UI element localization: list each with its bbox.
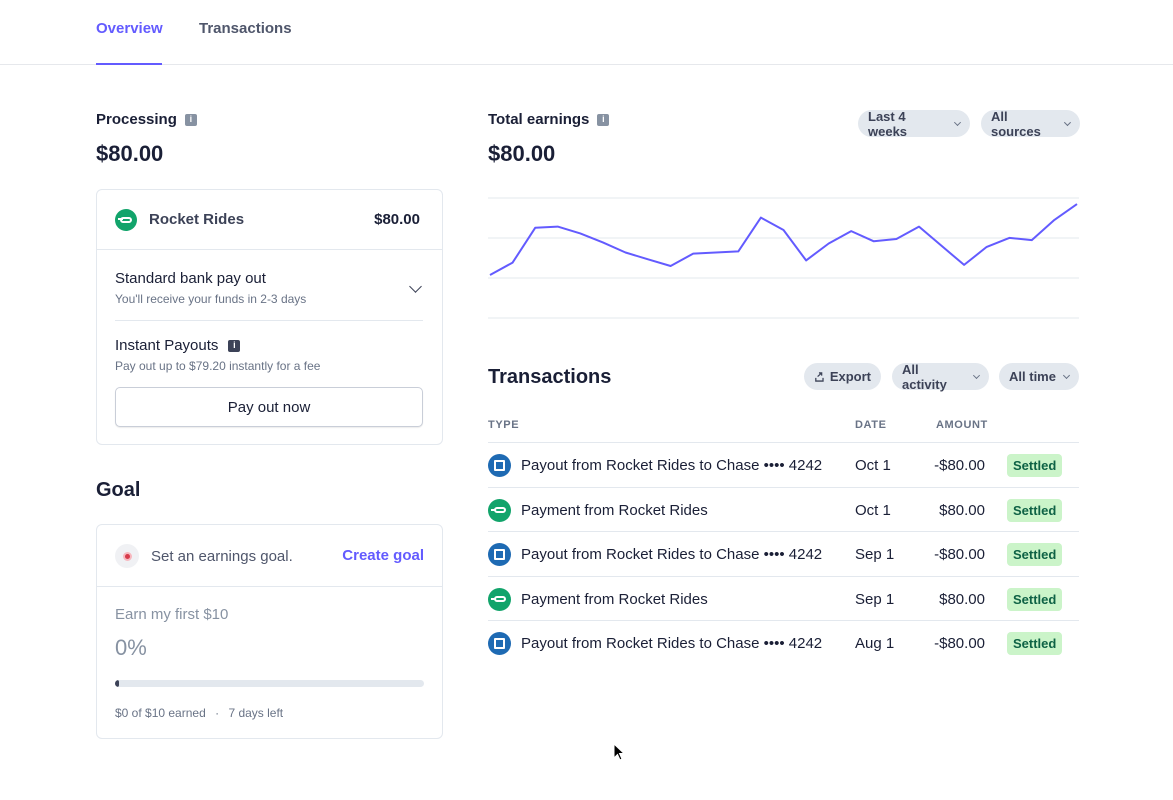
goal-progress-bar [115,680,424,687]
export-button[interactable]: Export [804,363,881,390]
chevron-down-icon [973,371,981,379]
transaction-amount: $80.00 [939,501,985,519]
total-earnings-label: Total earnings [488,111,590,128]
merchant-amount: $80.00 [374,211,420,228]
goal-percent: 0% [115,635,147,660]
tab-bar: Overview Transactions [0,0,1173,65]
merchant-name: Rocket Rides [149,211,245,228]
period-filter-label: Last 4 weeks [868,108,908,139]
info-icon[interactable]: i [184,113,197,126]
chase-bank-icon [488,543,511,566]
table-row[interactable]: Payout from Rocket Rides to Chase •••• 4… [488,442,1079,487]
goal-prompt-text: Set an earnings goal. [151,548,293,565]
earnings-line-chart [488,197,1079,319]
transaction-description: Payout from Rocket Rides to Chase •••• 4… [521,457,823,474]
info-icon[interactable]: i [228,339,241,352]
mouse-cursor-icon [613,743,625,761]
info-icon[interactable]: i [597,113,610,126]
chevron-down-icon [1064,118,1072,126]
goal-separator: · [215,706,220,720]
transactions-heading: Transactions [488,366,612,388]
chase-bank-icon [488,632,511,655]
rocket-rides-logo-icon [115,209,137,231]
transaction-description: Payment from Rocket Rides [521,590,708,608]
export-label: Export [829,369,871,384]
chevron-down-icon [1062,371,1071,379]
chevron-down-icon [954,118,962,126]
transactions-table: Payout from Rocket Rides to Chase •••• 4… [488,442,1079,665]
processing-heading: Processing i [96,111,197,128]
processing-label: Processing [96,111,177,128]
transaction-amount: -$80.00 [934,635,985,652]
goal-name: Earn my first $10 [115,606,229,623]
status-badge: Settled [1007,632,1063,655]
processing-card: Rocket Rides $80.00 Standard bank pay ou… [96,189,443,445]
table-row[interactable]: Payout from Rocket Rides to Chase •••• 4… [488,531,1079,576]
rocket-rides-icon [488,587,511,611]
earnings-series-line [489,203,1078,276]
instant-payout-option: Instant Payouts i Pay out up to $79.20 i… [115,337,423,373]
status-badge: Settled [1007,587,1063,611]
pay-out-now-button[interactable]: Pay out now [115,387,423,427]
status-badge: Settled [1007,498,1063,522]
target-icon [115,544,139,568]
transaction-description: Payout from Rocket Rides to Chase •••• 4… [521,546,823,563]
goal-footer: $0 of $10 earned · 7 days left [115,706,283,720]
create-goal-link[interactable]: Create goal [342,547,424,564]
activity-filter-dropdown[interactable]: All activity [892,361,989,392]
column-header-amount: AMOUNT [936,419,988,431]
standard-payout-title: Standard bank pay out [115,270,266,287]
chase-bank-icon [488,454,511,477]
tab-overview[interactable]: Overview [96,20,163,65]
transaction-amount: -$80.00 [934,546,985,563]
tab-transactions[interactable]: Transactions [199,20,292,65]
time-filter-dropdown[interactable]: All time [999,363,1079,390]
transaction-date: Sep 1 [855,546,895,563]
rocket-rides-icon [488,498,511,522]
transaction-date: Sep 1 [855,590,895,608]
status-badge: Settled [1007,543,1063,566]
merchant-row: Rocket Rides $80.00 [97,190,442,250]
total-earnings-heading: Total earnings i [488,111,610,128]
total-earnings-amount: $80.00 [488,141,556,166]
table-row[interactable]: Payment from Rocket Rides Oct 1 $80.00 S… [488,486,1079,532]
transaction-description: Payment from Rocket Rides [521,501,708,519]
source-filter-label: All sources [991,108,1041,139]
time-filter-label: All time [1009,369,1056,384]
status-badge: Settled [1007,454,1063,477]
source-filter-dropdown[interactable]: All sources [981,108,1080,139]
instant-payout-subtitle: Pay out up to $79.20 instantly for a fee [115,359,321,373]
goal-heading: Goal [96,479,141,501]
transaction-amount: $80.00 [939,590,985,608]
goal-earned-text: $0 of $10 earned [115,706,206,720]
goal-card: Set an earnings goal. Create goal Earn m… [96,524,443,739]
processing-amount: $80.00 [96,141,164,166]
goal-progress-fill [115,680,119,687]
transaction-description: Payout from Rocket Rides to Chase •••• 4… [521,635,823,652]
transaction-date: Oct 1 [855,457,891,474]
column-header-type: TYPE [488,419,520,431]
divider [115,320,423,321]
table-row[interactable]: Payment from Rocket Rides Sep 1 $80.00 S… [488,575,1079,621]
goal-days-left: 7 days left [228,706,284,720]
activity-filter-label: All activity [902,361,947,392]
standard-payout-option[interactable]: Standard bank pay out You'll receive you… [115,270,423,306]
goal-prompt-row: Set an earnings goal. Create goal [97,525,442,587]
table-row[interactable]: Payout from Rocket Rides to Chase •••• 4… [488,620,1079,665]
export-icon [815,371,824,382]
column-header-date: DATE [855,419,887,431]
instant-payout-title: Instant Payouts [115,337,219,354]
transaction-date: Oct 1 [855,501,891,519]
instant-payout-title-row: Instant Payouts i [115,337,423,354]
transaction-date: Aug 1 [855,635,895,652]
period-filter-dropdown[interactable]: Last 4 weeks [858,108,970,139]
standard-payout-subtitle: You'll receive your funds in 2-3 days [115,292,307,306]
transaction-amount: -$80.00 [934,457,985,474]
